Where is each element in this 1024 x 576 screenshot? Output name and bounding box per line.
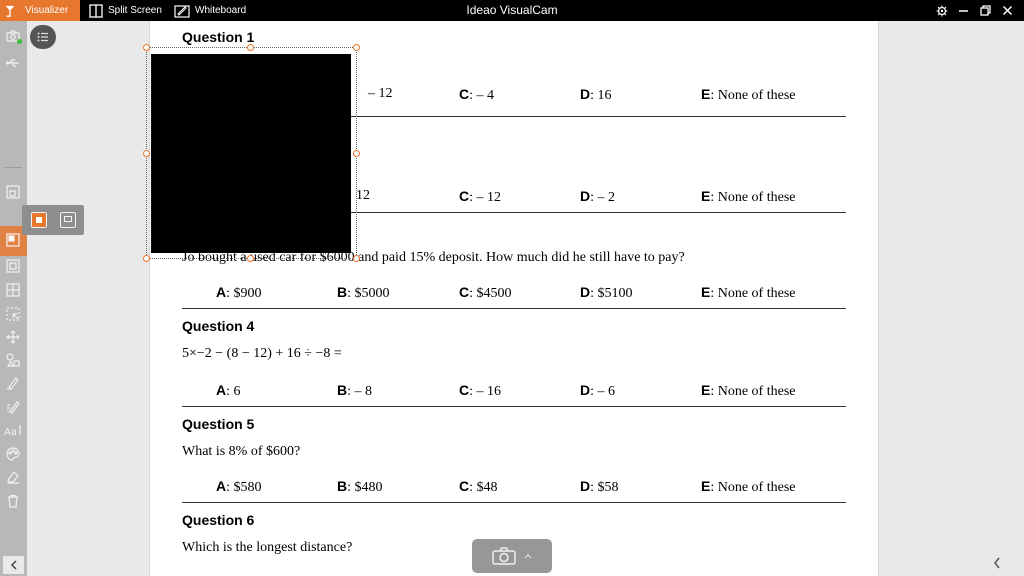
q3-answer-a: A: $900 xyxy=(216,284,262,301)
status-dot xyxy=(17,39,22,44)
eraser-icon[interactable] xyxy=(4,468,22,486)
mask-option-outline[interactable] xyxy=(60,212,76,228)
tab-visualizer[interactable]: Visualizer xyxy=(0,0,80,21)
text-tool-icon[interactable]: Aa xyxy=(4,421,22,439)
q4-answer-d: D: – 6 xyxy=(580,382,616,399)
visualizer-logo-icon xyxy=(4,2,21,19)
q3-answer-d: D: $5100 xyxy=(580,284,633,301)
question-6-heading: Question 6 xyxy=(182,512,255,528)
chevron-up-icon[interactable] xyxy=(524,553,532,559)
question-5-heading: Question 5 xyxy=(182,416,255,432)
q4-answer-c: C: – 16 xyxy=(459,382,502,399)
tab-whiteboard-label: Whiteboard xyxy=(195,5,247,16)
q5-answer-e: E: None of these xyxy=(701,478,796,495)
q3-answer-b: B: $5000 xyxy=(337,284,390,301)
resize-handle[interactable] xyxy=(353,44,360,51)
highlighter-icon[interactable] xyxy=(4,374,22,392)
mask-active-highlight xyxy=(5,231,23,249)
left-toolbar: Aa xyxy=(0,21,27,576)
collapse-toolbar-button[interactable] xyxy=(3,556,24,574)
resize-handle[interactable] xyxy=(353,255,360,262)
app-title: Ideao VisualCam xyxy=(466,3,558,17)
resize-handle[interactable] xyxy=(143,150,150,157)
whiteboard-icon xyxy=(174,4,190,18)
mask-flyout-menu xyxy=(22,205,84,235)
q5-answer-d: D: $58 xyxy=(580,478,619,495)
usb-icon[interactable] xyxy=(4,54,22,72)
q4-answer-a: A: 6 xyxy=(216,382,241,399)
q1-answer-c: C: – 4 xyxy=(459,86,495,103)
minimize-icon[interactable] xyxy=(957,4,970,17)
divider xyxy=(182,308,846,309)
shapes-icon[interactable] xyxy=(4,351,22,369)
question-4-heading: Question 4 xyxy=(182,318,255,334)
list-icon xyxy=(37,32,48,42)
divider xyxy=(182,406,846,407)
resize-handle[interactable] xyxy=(143,44,150,51)
expand-right-panel-button[interactable] xyxy=(990,555,1004,571)
trash-icon[interactable] xyxy=(4,492,22,510)
spotlight-icon[interactable] xyxy=(4,257,22,275)
q1-answer-e: E: None of these xyxy=(701,86,796,103)
resize-handle[interactable] xyxy=(247,44,254,51)
q5-answer-a: A: $580 xyxy=(216,478,262,495)
mask-option-solid[interactable] xyxy=(31,212,47,228)
mask-rectangle[interactable] xyxy=(151,54,351,253)
q5-answer-c: C: $48 xyxy=(459,478,498,495)
select-region-icon[interactable] xyxy=(4,305,22,323)
q2-answer-c: C: – 12 xyxy=(459,188,502,205)
move-icon[interactable] xyxy=(4,328,22,346)
divider xyxy=(182,502,846,503)
camera-icon xyxy=(492,547,516,565)
tab-split-screen-label: Split Screen xyxy=(108,5,162,16)
restore-icon[interactable] xyxy=(979,4,992,17)
tab-visualizer-label: Visualizer xyxy=(25,5,69,16)
tab-whiteboard[interactable]: Whiteboard xyxy=(174,0,246,21)
q1-answer-b: – 12 xyxy=(368,86,393,101)
list-menu-button[interactable] xyxy=(30,25,56,49)
q2-answer-b: 12 xyxy=(356,188,370,203)
q2-answer-e: E: None of these xyxy=(701,188,796,205)
title-bar: Visualizer Split Screen Whiteboard Ideao… xyxy=(0,0,1024,21)
chevron-left-icon xyxy=(10,560,17,570)
q2-answer-d: D: – 2 xyxy=(580,188,616,205)
question-4-text: 5×−2 − (8 − 12) + 16 ÷ −8 = xyxy=(182,346,342,361)
resize-handle[interactable] xyxy=(143,255,150,262)
q4-answer-b: B: – 8 xyxy=(337,382,373,399)
q1-answer-d: D: 16 xyxy=(580,86,612,103)
question-6-text: Which is the longest distance? xyxy=(182,540,353,555)
question-1-heading: Question 1 xyxy=(182,29,255,45)
pen-icon[interactable] xyxy=(4,398,22,416)
q4-answer-e: E: None of these xyxy=(701,382,796,399)
q3-answer-c: C: $4500 xyxy=(459,284,512,301)
toolbar-divider xyxy=(4,167,22,168)
close-icon[interactable] xyxy=(1001,4,1014,17)
q5-answer-b: B: $480 xyxy=(337,478,383,495)
svg-text:Aa: Aa xyxy=(4,427,17,436)
grid-icon[interactable] xyxy=(4,281,22,299)
capture-button[interactable] xyxy=(472,539,552,573)
q3-answer-e: E: None of these xyxy=(701,284,796,301)
tab-split-screen[interactable]: Split Screen xyxy=(89,0,162,21)
resize-handle[interactable] xyxy=(247,255,254,262)
freeze-icon[interactable] xyxy=(4,183,22,201)
resize-handle[interactable] xyxy=(353,150,360,157)
color-palette-icon[interactable] xyxy=(4,445,22,463)
gear-icon[interactable] xyxy=(935,4,948,17)
question-5-text: What is 8% of $600? xyxy=(182,444,301,459)
chevron-left-icon xyxy=(994,557,1000,569)
split-screen-icon xyxy=(89,3,103,18)
